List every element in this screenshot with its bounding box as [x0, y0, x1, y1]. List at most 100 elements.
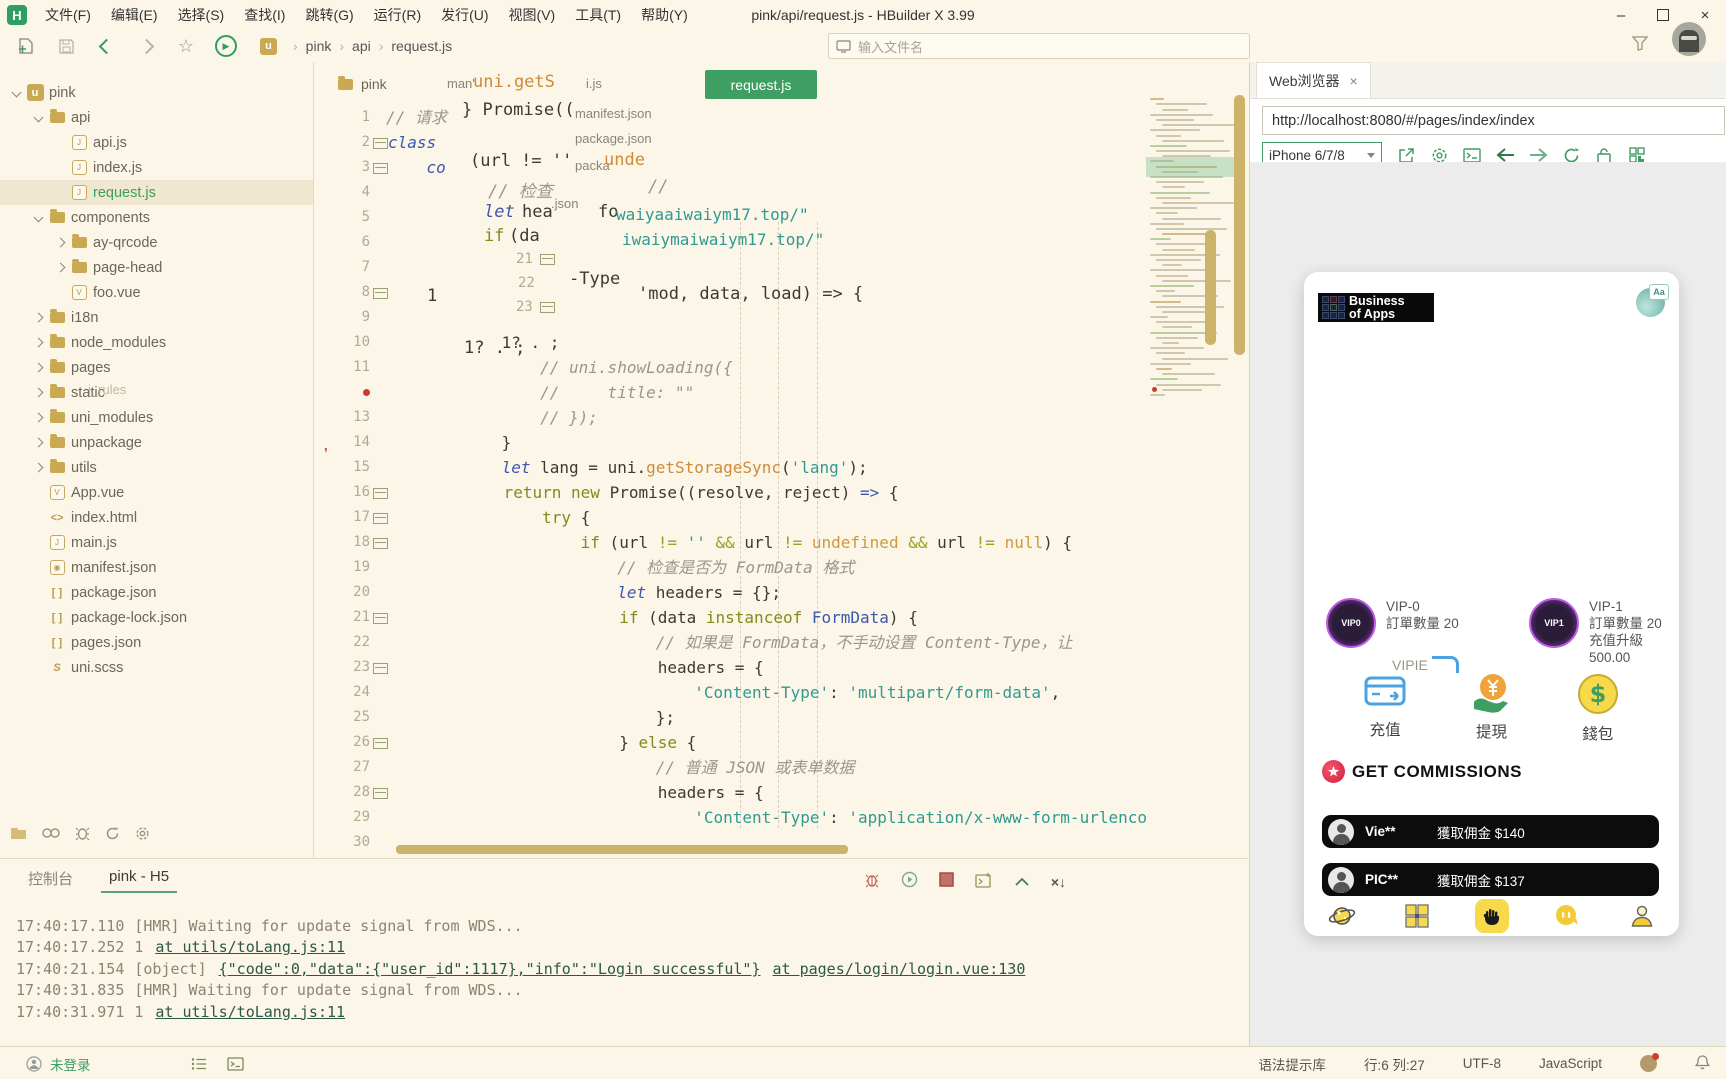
code-line-16[interactable]: 16 return new Promise((resolve, reject) …	[314, 480, 1248, 505]
fold-icon[interactable]	[373, 663, 388, 674]
collapse-icon[interactable]	[1014, 873, 1030, 891]
vip0-card[interactable]: VIP0 VIP-0 訂單數量 20 VIPIE	[1326, 598, 1459, 673]
tree-item-index.js[interactable]: Jindex.js	[0, 155, 313, 180]
log-link[interactable]: at utils/toLang.js:11	[155, 1003, 345, 1021]
file-search-input[interactable]: 输入文件名	[828, 33, 1250, 59]
chevron-right-icon[interactable]	[30, 462, 46, 473]
tree-item-pages[interactable]: pages	[0, 355, 313, 380]
log-link[interactable]: at pages/login/login.vue:130	[772, 960, 1025, 978]
cursor-position[interactable]: 行:6 列:27	[1364, 1054, 1425, 1074]
minimap[interactable]	[1146, 95, 1240, 465]
tree-item-page-head[interactable]: page-head	[0, 255, 313, 280]
code-line-10[interactable]: 10 1? . ;	[314, 330, 1248, 355]
tab-chat-icon[interactable]	[1550, 899, 1584, 933]
commission-row[interactable]: PIC** 獲取佣金 $137	[1322, 863, 1659, 896]
code-line-29[interactable]: 29 'Content-Type': 'application/x-www-fo…	[314, 805, 1248, 830]
tab-profile-icon[interactable]	[1625, 899, 1659, 933]
filter-icon[interactable]	[1631, 36, 1649, 56]
tree-item-pink[interactable]: u pink	[0, 80, 313, 105]
tree-item-foo.vue[interactable]: Vfoo.vue	[0, 280, 313, 305]
tab-grid-icon[interactable]	[1400, 899, 1434, 933]
menu-工具[interactable]: 工具(T)	[565, 1, 631, 29]
code-line-1[interactable]: 1// 请求	[314, 105, 1248, 130]
wallet-button[interactable]: $ 錢包	[1563, 672, 1633, 744]
close-tab-icon[interactable]: ×	[1350, 73, 1358, 89]
code-line-18[interactable]: 18 if (url != '' && url != undefined && …	[314, 530, 1248, 555]
chevron-right-icon[interactable]	[30, 312, 46, 323]
chevron-right-icon[interactable]	[30, 412, 46, 423]
vertical-scrollbar[interactable]	[1234, 95, 1245, 355]
back-button[interactable]	[92, 34, 120, 58]
log-link[interactable]: at utils/toLang.js:11	[155, 938, 345, 956]
chevron-right-icon[interactable]	[30, 362, 46, 373]
fold-icon[interactable]	[373, 538, 388, 549]
tree-item-static[interactable]: static i_rules	[0, 380, 313, 405]
folders-icon[interactable]	[10, 826, 27, 846]
menu-编辑[interactable]: 编辑(E)	[101, 1, 168, 29]
fold-icon[interactable]	[373, 288, 388, 299]
login-status[interactable]: 未登录	[50, 1054, 91, 1074]
code-line-17[interactable]: 17 try {	[314, 505, 1248, 530]
url-input[interactable]: http://localhost:8080/#/pages/index/inde…	[1262, 106, 1725, 135]
fold-icon[interactable]	[373, 163, 388, 174]
chevron-down-icon[interactable]	[30, 112, 46, 123]
tree-item-api.js[interactable]: Japi.js	[0, 130, 313, 155]
fold-icon[interactable]	[373, 138, 388, 149]
breadcrumb-project[interactable]: pink	[306, 38, 332, 54]
tree-item-manifest.json[interactable]: ◉ manifest.json	[0, 555, 313, 580]
code-line-9[interactable]: 9	[314, 305, 1248, 330]
code-line-26[interactable]: 26 } else {	[314, 730, 1248, 755]
language-mode[interactable]: JavaScript	[1539, 1056, 1602, 1071]
restart-icon[interactable]	[901, 871, 918, 893]
code-line-11[interactable]: 11 // uni.showLoading({	[314, 355, 1248, 380]
vip1-card[interactable]: VIP1 VIP-1 訂單數量 20 充值升級 500.00	[1529, 598, 1679, 666]
tree-item-components[interactable]: components	[0, 205, 313, 230]
update-badge-icon[interactable]	[1640, 1053, 1659, 1072]
fold-icon[interactable]	[373, 513, 388, 524]
chevron-down-icon[interactable]	[30, 212, 46, 223]
tree-item-request.js[interactable]: Jrequest.js	[0, 180, 313, 205]
syntax-hint-lib[interactable]: 语法提示库	[1258, 1054, 1326, 1074]
fold-icon[interactable]	[373, 613, 388, 624]
commission-row[interactable]: Vie** 獲取佣金 $140	[1322, 815, 1659, 848]
menu-运行[interactable]: 运行(R)	[364, 1, 431, 29]
tree-item-index.html[interactable]: <> index.html	[0, 505, 313, 530]
code-line-3[interactable]: 3 co	[314, 155, 1248, 180]
tab-request-js[interactable]: request.js	[705, 70, 817, 99]
refresh-icon[interactable]	[105, 826, 120, 846]
encoding[interactable]: UTF-8	[1463, 1056, 1501, 1071]
breadcrumb-folder[interactable]: api	[352, 38, 371, 54]
menu-选择[interactable]: 选择(S)	[168, 1, 235, 29]
tree-item-i18n[interactable]: i18n	[0, 305, 313, 330]
console-tab-console[interactable]: 控制台	[28, 868, 73, 893]
minimap-scrollbar[interactable]	[1205, 230, 1216, 345]
code-line-15[interactable]: 15 let lang = uni. getStorageSync('lang')…	[314, 455, 1248, 480]
tree-item-unpackage[interactable]: unpackage	[0, 430, 313, 455]
menu-文件[interactable]: 文件(F)	[35, 1, 101, 29]
withdraw-button[interactable]: 提現	[1456, 672, 1526, 744]
close-console-icon[interactable]: ×↓	[1051, 874, 1066, 890]
tree-item-uni.scss[interactable]: Suni.scss	[0, 655, 313, 680]
tab-planet-icon[interactable]	[1325, 899, 1359, 933]
log-link[interactable]: {"code":0,"data":{"user_id":1117},"info"…	[219, 960, 761, 978]
code-line-12[interactable]: // title: ""	[314, 380, 1248, 405]
tree-item-ay-qrcode[interactable]: ay-qrcode	[0, 230, 313, 255]
tree-item-package-lock.json[interactable]: [ ] package-lock.json	[0, 605, 313, 630]
console-tab-pink-h5[interactable]: pink - H5	[101, 868, 178, 893]
tree-item-pages.json[interactable]: [ ] pages.json	[0, 630, 313, 655]
menu-帮助[interactable]: 帮助(Y)	[631, 1, 698, 29]
code-line-22[interactable]: 22 // 如果是 FormData，不手动设置 Content-Type，让	[314, 630, 1248, 655]
outline-icon[interactable]	[191, 1057, 207, 1071]
minimize-button[interactable]: –	[1600, 0, 1642, 30]
code-line-24[interactable]: 24 'Content-Type': 'multipart/form-data'…	[314, 680, 1248, 705]
fold-icon[interactable]	[373, 738, 388, 749]
debug-icon[interactable]	[864, 872, 880, 893]
recharge-button[interactable]: 充值	[1350, 672, 1420, 744]
notifications-bell-icon[interactable]	[1694, 1054, 1711, 1073]
run-button[interactable]: ▶	[212, 34, 240, 58]
menu-跳转[interactable]: 跳转(G)	[295, 1, 363, 29]
terminal-status-icon[interactable]	[226, 1056, 244, 1071]
code-line-28[interactable]: 28 headers = {	[314, 780, 1248, 805]
save-button[interactable]	[52, 34, 80, 58]
terminal-icon[interactable]	[975, 872, 993, 893]
